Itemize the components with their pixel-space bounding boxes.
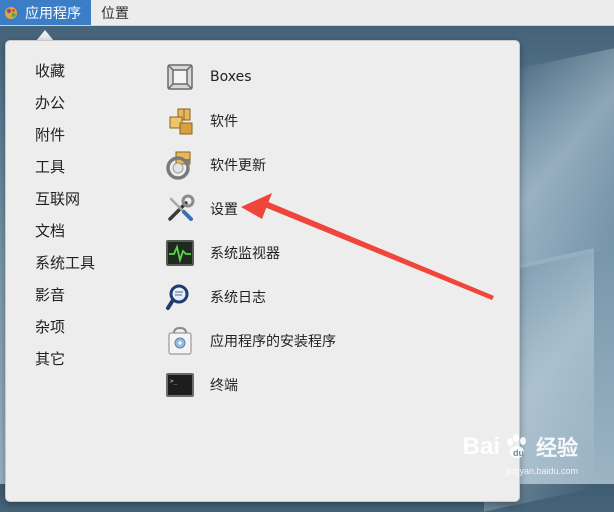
watermark-url: jingyan.baidu.com (505, 466, 578, 476)
app-item-settings[interactable]: 设置 (164, 187, 336, 231)
top-panel: 应用程序 位置 (0, 0, 614, 26)
watermark-brand-right: 经验 (536, 437, 578, 460)
applications-menu-label: 应用程序 (25, 5, 81, 22)
applications-menu-button[interactable]: 应用程序 (0, 0, 91, 25)
svg-text:>_: >_ (170, 378, 178, 385)
app-label: Boxes (210, 69, 252, 85)
places-menu-label: 位置 (101, 5, 129, 22)
category-system-tools[interactable]: 系统工具 (35, 247, 95, 279)
terminal-icon: >_ (164, 369, 196, 401)
wallpaper-streak (504, 48, 614, 272)
category-sound-video[interactable]: 影音 (35, 279, 95, 311)
app-label: 设置 (210, 202, 238, 218)
settings-tools-icon (164, 193, 196, 225)
app-item-terminal[interactable]: >_ 终端 (164, 363, 336, 407)
app-item-software-update[interactable]: 软件更新 (164, 143, 336, 187)
app-installer-icon (164, 325, 196, 357)
category-favorites[interactable]: 收藏 (35, 55, 95, 87)
app-item-software[interactable]: 软件 (164, 99, 336, 143)
app-item-boxes[interactable]: Boxes (164, 55, 336, 99)
app-label: 终端 (210, 378, 238, 394)
watermark-brand-left: Bai (462, 433, 500, 460)
app-list: Boxes 软件 软件更新 设置 系统监视器 系统日志 应用程序的安装程序 >_… (164, 55, 336, 407)
category-office[interactable]: 办公 (35, 87, 95, 119)
applications-menu-popup: 收藏 办公 附件 工具 互联网 文档 系统工具 影音 杂项 其它 Boxes 软… (5, 40, 520, 502)
category-utilities[interactable]: 工具 (35, 151, 95, 183)
system-monitor-icon (164, 237, 196, 269)
baidu-paw-icon: du (502, 432, 532, 462)
app-item-app-installer[interactable]: 应用程序的安装程序 (164, 319, 336, 363)
app-label: 系统监视器 (210, 246, 280, 262)
software-update-icon (164, 149, 196, 181)
app-item-system-log[interactable]: 系统日志 (164, 275, 336, 319)
software-icon (164, 105, 196, 137)
svg-text:du: du (513, 448, 524, 458)
category-list: 收藏 办公 附件 工具 互联网 文档 系统工具 影音 杂项 其它 (35, 55, 95, 375)
category-other[interactable]: 其它 (35, 343, 95, 375)
category-misc[interactable]: 杂项 (35, 311, 95, 343)
app-label: 系统日志 (210, 290, 266, 306)
app-item-system-monitor[interactable]: 系统监视器 (164, 231, 336, 275)
category-documents[interactable]: 文档 (35, 215, 95, 247)
boxes-icon (164, 61, 196, 93)
category-internet[interactable]: 互联网 (35, 183, 95, 215)
distro-logo-icon (4, 6, 18, 20)
category-accessories[interactable]: 附件 (35, 119, 95, 151)
baidu-watermark: Bai du 经验 (463, 432, 578, 462)
app-label: 应用程序的安装程序 (210, 334, 336, 350)
app-label: 软件更新 (210, 158, 266, 174)
places-menu-button[interactable]: 位置 (91, 0, 139, 25)
app-label: 软件 (210, 114, 238, 130)
system-log-icon (164, 281, 196, 313)
